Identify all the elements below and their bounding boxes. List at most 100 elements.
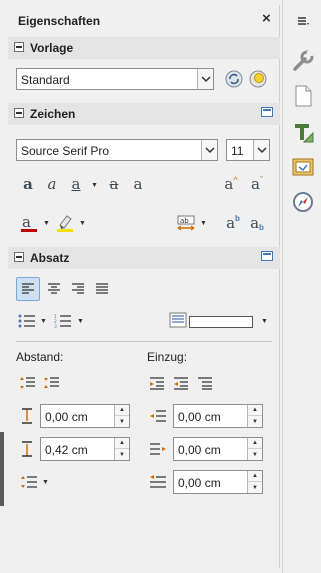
hanging-indent-icon[interactable] [195, 373, 215, 393]
indent-after-spinner[interactable]: 0,00 cm ▲ ▼ [173, 437, 263, 461]
styles-icon[interactable] [289, 118, 316, 145]
close-icon[interactable]: × [262, 10, 271, 27]
grow-font-icon[interactable]: a ^ [220, 173, 242, 195]
indent-after-icon [147, 438, 169, 460]
properties-icon[interactable] [289, 47, 316, 74]
superscript-icon[interactable]: ab [222, 212, 244, 234]
indent-before-value: 0,00 cm [178, 410, 221, 424]
font-size-combo[interactable]: 11 [226, 139, 270, 161]
increment-icon[interactable]: ▲ [247, 438, 262, 449]
decrement-icon[interactable]: ▼ [247, 416, 262, 427]
section-vorlage-title: Vorlage [30, 41, 74, 55]
chevron-down-icon[interactable] [253, 140, 269, 160]
page-icon[interactable] [289, 82, 316, 109]
divider [16, 341, 272, 342]
panel-title: Eigenschaften [18, 14, 101, 28]
font-color-icon[interactable]: a [18, 212, 40, 234]
highlight-color-icon[interactable] [54, 212, 76, 234]
align-center-icon[interactable] [42, 277, 66, 301]
decrement-icon[interactable]: ▼ [114, 449, 129, 460]
background-color-icon[interactable] [168, 311, 188, 329]
shadow-icon[interactable]: a [128, 173, 148, 195]
underline-dropdown-icon[interactable]: ▼ [91, 182, 98, 189]
panel-titlebar: Eigenschaften × [8, 5, 280, 35]
section-absatz-title: Absatz [30, 251, 70, 265]
align-right-icon[interactable] [66, 277, 90, 301]
font-color-dropdown-icon[interactable]: ▼ [43, 220, 50, 227]
shrink-font-icon[interactable]: aˇ [246, 173, 268, 195]
update-style-icon[interactable] [224, 69, 244, 89]
font-size-value: 11 [231, 144, 244, 158]
character-spacing-label: ab [180, 217, 189, 225]
paragraph-style-combo[interactable]: Standard [16, 68, 214, 90]
subscript-icon[interactable]: ab [246, 212, 268, 234]
above-spacing-value: 0,00 cm [45, 410, 88, 424]
section-zeichen-header[interactable]: Zeichen [8, 103, 280, 125]
background-color-dropdown-icon[interactable]: ▼ [261, 318, 268, 325]
increment-icon[interactable]: ▲ [114, 438, 129, 449]
hamburger-icon[interactable] [289, 7, 316, 34]
more-options-icon[interactable] [261, 251, 273, 261]
increment-icon[interactable]: ▲ [247, 471, 262, 482]
increment-icon[interactable]: ▲ [247, 405, 262, 416]
indent-before-spinner[interactable]: 0,00 cm ▲ ▼ [173, 404, 263, 428]
svg-text:3: 3 [54, 324, 57, 328]
justify-icon[interactable] [90, 277, 114, 301]
font-name-combo[interactable]: Source Serif Pro [16, 139, 218, 161]
indent-before-icon [147, 405, 169, 427]
more-options-icon[interactable] [261, 107, 273, 117]
numbered-list-dropdown-icon[interactable]: ▼ [77, 318, 84, 325]
chevron-down-icon[interactable] [201, 140, 217, 160]
paragraph-style-value: Standard [21, 73, 70, 87]
underline-icon[interactable]: a [66, 173, 86, 195]
align-left-icon[interactable] [16, 277, 40, 301]
first-line-indent-spinner[interactable]: 0,00 cm ▲ ▼ [173, 470, 263, 494]
section-vorlage-header[interactable]: Vorlage [8, 37, 280, 59]
highlight-dropdown-icon[interactable]: ▼ [79, 220, 86, 227]
collapse-toggle-icon[interactable] [14, 42, 24, 52]
section-zeichen-title: Zeichen [30, 107, 76, 121]
decrement-icon[interactable]: ▼ [247, 482, 262, 493]
increase-spacing-icon[interactable] [18, 373, 38, 393]
indent-after-value: 0,00 cm [178, 443, 221, 457]
below-spacing-value: 0,42 cm [45, 443, 88, 457]
section-absatz-header[interactable]: Absatz [8, 247, 280, 269]
new-style-icon[interactable] [248, 69, 268, 89]
bullet-list-icon[interactable] [16, 310, 38, 332]
bold-icon[interactable]: a [18, 173, 38, 195]
increment-icon[interactable]: ▲ [114, 405, 129, 416]
bullet-list-dropdown-icon[interactable]: ▼ [40, 318, 47, 325]
collapse-toggle-icon[interactable] [14, 108, 24, 118]
line-spacing-icon[interactable] [18, 472, 40, 492]
first-line-indent-value: 0,00 cm [178, 476, 221, 490]
sidebar-collapse-handle[interactable] [0, 432, 4, 506]
background-color-swatch[interactable] [189, 316, 253, 328]
below-spacing-spinner[interactable]: 0,42 cm ▲ ▼ [40, 437, 130, 461]
spacing-label: Abstand: [16, 350, 64, 364]
decrease-spacing-icon[interactable] [42, 373, 62, 393]
properties-panel: Eigenschaften × Vorlage Standard Zeichen [8, 5, 280, 568]
collapse-toggle-icon[interactable] [14, 252, 24, 262]
spacing-dropdown-icon[interactable]: ▼ [200, 220, 207, 227]
first-line-indent-icon [147, 471, 169, 493]
increase-indent-icon[interactable] [147, 373, 167, 393]
gallery-icon[interactable] [289, 152, 316, 179]
strikethrough-icon[interactable]: a [104, 173, 124, 195]
svg-text:a: a [22, 213, 31, 231]
decrement-icon[interactable]: ▼ [114, 416, 129, 427]
indent-label: Einzug: [147, 350, 188, 364]
navigator-icon[interactable] [289, 188, 316, 215]
decrement-icon[interactable]: ▼ [247, 449, 262, 460]
chevron-down-icon[interactable] [197, 69, 213, 89]
italic-icon[interactable]: a [42, 173, 62, 195]
above-spacing-spinner[interactable]: 0,00 cm ▲ ▼ [40, 404, 130, 428]
character-spacing-icon[interactable]: ab [174, 212, 198, 234]
font-name-value: Source Serif Pro [21, 144, 110, 158]
sidebar-root: Eigenschaften × Vorlage Standard Zeichen [0, 0, 321, 573]
sidebar-tab-bar [282, 0, 321, 573]
line-spacing-dropdown-icon[interactable]: ▼ [42, 479, 49, 486]
below-spacing-icon [18, 438, 36, 460]
numbered-list-icon[interactable]: 123 [52, 310, 74, 332]
above-spacing-icon [18, 405, 36, 427]
decrease-indent-icon[interactable] [171, 373, 191, 393]
